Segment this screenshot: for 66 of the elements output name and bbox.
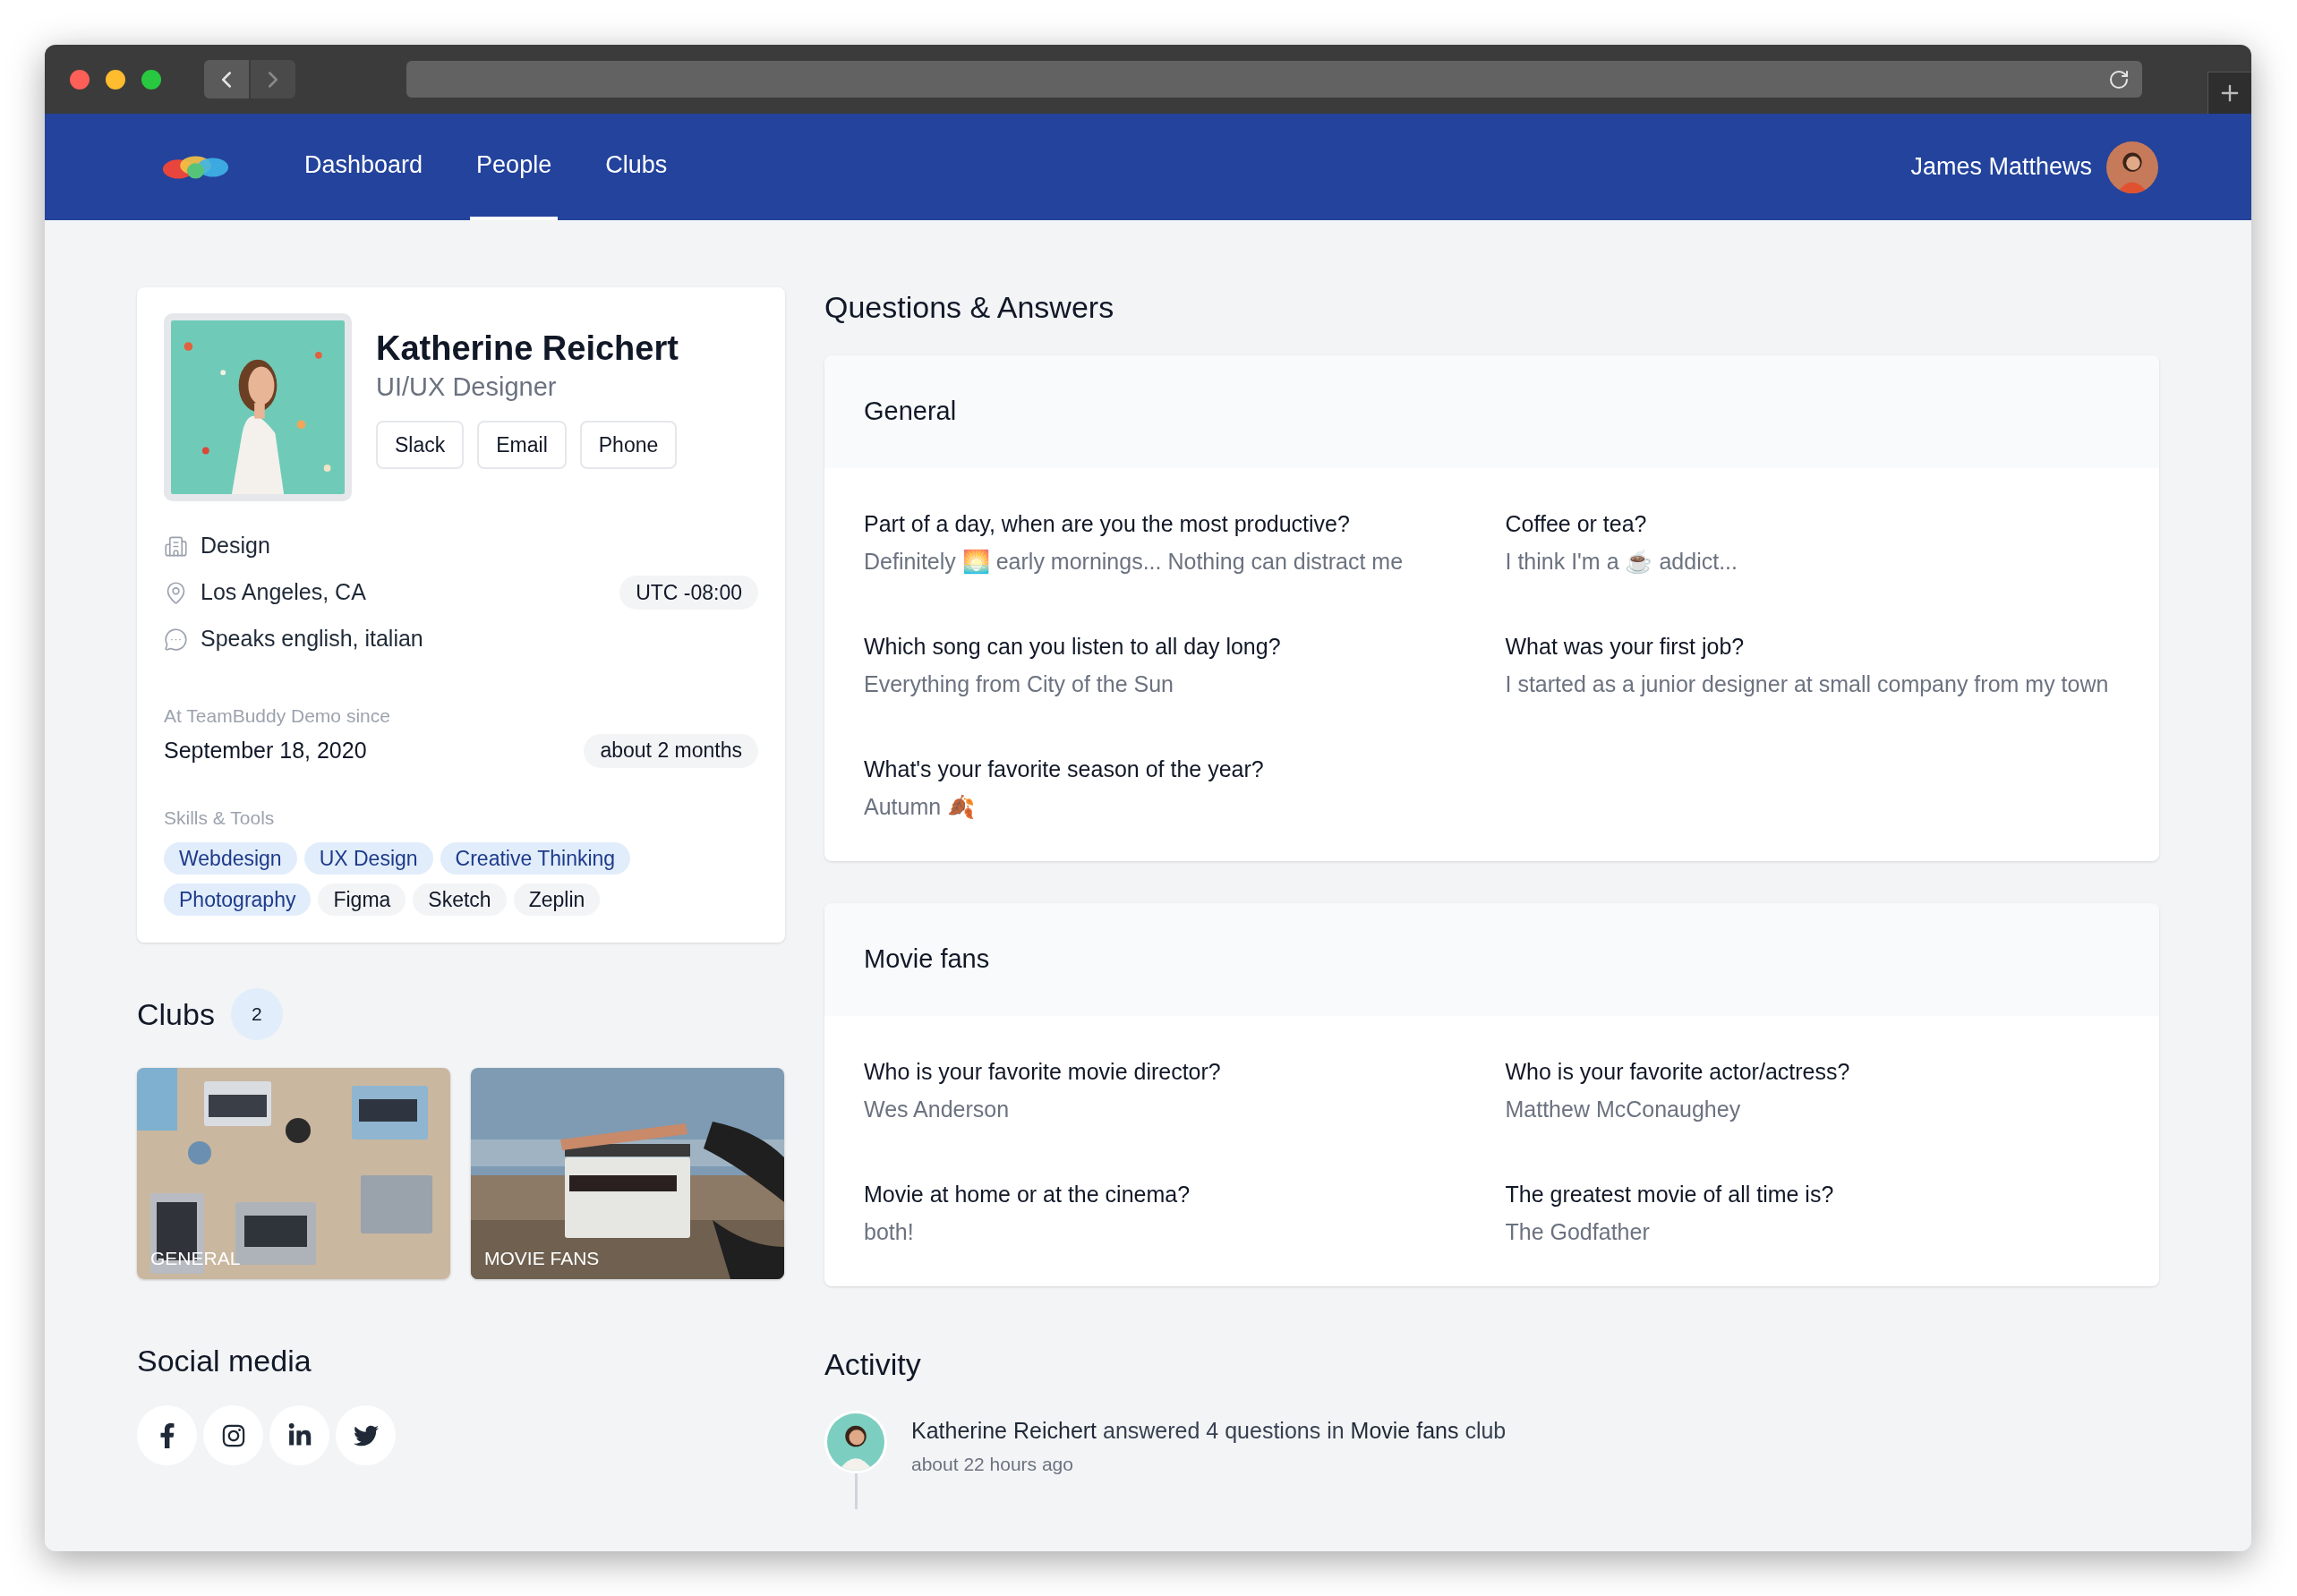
reload-icon[interactable] (2108, 68, 2130, 90)
contact-button[interactable]: Slack (376, 421, 465, 469)
question: Coffee or tea? (1505, 510, 1648, 538)
since-label: At TeamBuddy Demo since (164, 704, 391, 728)
answer: I think I'm a ☕ addict... (1505, 548, 1738, 576)
timezone-badge: UTC -08:00 (619, 576, 758, 610)
since-date: September 18, 2020 (164, 736, 367, 764)
nav-tab[interactable]: Dashboard (298, 114, 430, 220)
linkedin-icon (286, 1422, 312, 1448)
answer: Definitely 🌅 early mornings... Nothing can distract me (864, 548, 1405, 576)
nav-tab[interactable]: People (470, 114, 559, 220)
detail-text: Los Angeles, CA (201, 578, 366, 607)
instagram-icon (220, 1422, 246, 1448)
detail-text: Design (201, 532, 270, 560)
skill-tag: Photography (164, 883, 312, 916)
answer: The Godfather (1505, 1218, 1651, 1246)
question: Movie at home or at the cinema? (864, 1181, 1191, 1208)
user-avatar[interactable] (2106, 141, 2158, 193)
duration-badge: about 2 months (584, 733, 758, 768)
detail-text: Speaks english, italian (201, 625, 423, 653)
user-name[interactable]: James Matthews (1910, 149, 2092, 185)
job-title: UI/UX Designer (376, 371, 558, 403)
club-name: MOVIE FANS (484, 1246, 600, 1270)
tool-tag: Zeplin (513, 883, 601, 916)
activity-heading: Activity (824, 1346, 922, 1383)
close-window-icon[interactable] (70, 69, 90, 90)
skill-tag: UX Design (303, 842, 433, 875)
answer: Matthew McConaughey (1505, 1096, 1742, 1123)
question: Who is your favorite movie director? (864, 1058, 1222, 1086)
question: What was your first job? (1505, 633, 1746, 661)
answer: I started as a junior designer at small company from my town (1505, 670, 2110, 698)
back-button[interactable] (204, 60, 249, 98)
club-name: GENERAL (150, 1246, 241, 1270)
activity-avatar[interactable] (824, 1411, 887, 1473)
question: Which song can you listen to all day long? (864, 633, 1282, 661)
chat-bubble-icon (164, 627, 188, 652)
minimize-window-icon[interactable] (106, 69, 125, 90)
skills-label: Skills & Tools (164, 806, 276, 830)
qa-heading: Questions & Answers (824, 289, 1115, 326)
question: The greatest movie of all time is? (1505, 1181, 1835, 1208)
nav-tab[interactable]: Clubs (599, 114, 674, 220)
profile-name: Katherine Reichert (376, 329, 679, 369)
social-media-heading: Social media (137, 1343, 312, 1379)
maximize-window-icon[interactable] (141, 69, 161, 90)
answer: Autumn 🍂 (864, 793, 977, 821)
activity-text: Katherine Reichert answered 4 questions in Movie fans club (911, 1417, 1507, 1445)
contact-button[interactable]: Email (477, 421, 567, 469)
question: Who is your favorite actor/actress? (1505, 1058, 1851, 1086)
club-card[interactable]: MOVIE FANS (471, 1068, 784, 1279)
answer: both! (864, 1218, 915, 1246)
new-tab-button[interactable] (2207, 72, 2251, 114)
clubs-heading: Clubs (137, 995, 215, 1033)
tool-tag: Sketch (413, 883, 507, 916)
clubs-count: 2 (230, 988, 283, 1040)
question: Part of a day, when are you the most productive? (864, 510, 1351, 538)
qa-section-title: General (864, 396, 957, 428)
activity-time: about 22 hours ago (911, 1452, 1074, 1476)
qa-section-title: Movie fans (864, 943, 990, 976)
forward-button[interactable] (251, 60, 295, 98)
contact-button[interactable]: Phone (579, 421, 678, 469)
question: What's your favorite season of the year? (864, 755, 1265, 783)
tool-tag: Figma (318, 883, 406, 916)
answer: Everything from City of the Sun (864, 670, 1174, 698)
skill-tag: Creative Thinking (440, 842, 631, 875)
answer: Wes Anderson (864, 1096, 1011, 1123)
skill-tag: Webdesign (164, 842, 297, 875)
